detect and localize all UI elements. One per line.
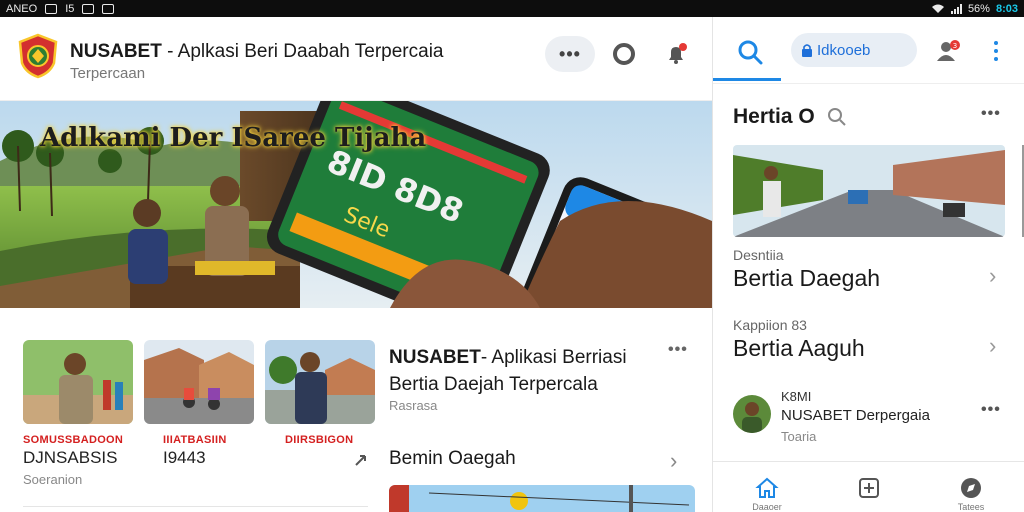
section-title[interactable]: Bemin Oaegah [389,448,516,470]
carrier-text: ANEO [6,2,38,15]
avatar-image [733,395,771,433]
active-tab-indicator [713,78,781,81]
section-image-graphic [389,485,695,512]
home-icon [755,477,779,498]
thumbnail-1-subtitle: Soeranion [23,472,83,487]
grid-icon [102,3,115,14]
thumbnail-2[interactable] [144,340,254,424]
kebab-menu-icon[interactable] [993,41,999,65]
clock-time: 8:03 [995,2,1018,15]
notification-badge-count: 3 [953,42,957,50]
more-button[interactable]: ••• [545,36,595,72]
app-title: NUSABET - Aplkasi Beri Daabah Terpercaia [70,41,443,63]
thumbnail-3-label: DIIRSBIGON [285,434,354,446]
panel-heading: Hertia O [733,105,815,128]
status-bar: ANEO I5 56% 8:03 [0,0,1024,17]
hero-banner[interactable]: 8ID 8D8 Sele Adlkami Der ISaree Tijaha [0,101,712,308]
item-2-chevron-icon[interactable]: › [989,333,996,359]
search-pill[interactable]: Idkooeb [791,33,917,67]
notification-button[interactable] [662,36,690,72]
search-pill-text: Idkooeb [817,41,871,59]
thumbnail-image-1 [23,340,133,424]
user-line-1: K8MI [781,389,812,404]
more-icon: ••• [559,43,581,64]
thumbnail-image-3 [265,340,375,424]
item-1-category: Desntiia [733,247,784,263]
logo-icon [18,33,58,79]
article-title[interactable]: NUSABET- Aplikasi Berriasi Bertia Daejah… [389,344,669,398]
status-number: I5 [65,2,75,15]
thumbnail-3[interactable] [265,340,375,424]
item-2-title[interactable]: Bertia Aaguh [733,335,865,362]
mail-icon [82,3,95,14]
share-icon[interactable] [353,450,371,468]
thumbnail-2-label: IIIATBASIIN [163,434,227,446]
divider [23,506,368,507]
chevron-right-icon[interactable]: › [670,448,677,474]
avatar[interactable] [733,395,771,433]
plus-square-icon [859,478,879,498]
bell-icon [669,43,687,64]
user-more-button[interactable]: ••• [981,401,1001,419]
thumbnail-image-2 [144,340,254,424]
compass-icon [961,478,981,498]
signal-icon [950,3,962,14]
item-1-chevron-icon[interactable]: › [989,263,996,289]
header-divider [713,83,1024,84]
article-meta: Rasrasa [389,398,438,413]
nav-home-label: Daaoer [752,502,782,512]
search-icon[interactable] [737,39,763,65]
user-notification-icon[interactable]: 3 [935,39,961,63]
section-image[interactable] [389,485,695,512]
thumbnail-1-label: SOMUSSBADOON [23,434,124,446]
user-line-2: NUSABET Derpergaia [781,407,930,424]
app-title-rest: - Aplkasi Beri Daabah Terpercaia [161,41,444,62]
battery-percent: 56% [967,2,990,15]
profile-button[interactable] [610,36,638,72]
wifi-icon [931,4,944,13]
thumbnail-1[interactable] [23,340,133,424]
app-header: NUSABET - Aplkasi Beri Daabah Terpercaia… [0,17,712,101]
panel-feature-image[interactable] [733,145,1005,237]
thumbnail-1-title: DJNSABSIS [23,448,118,467]
brand-name: NUSABET [70,41,162,62]
app-subtitle: Terpercaan [70,65,146,82]
article-more-button[interactable]: ••• [668,341,688,359]
street-scene-image [733,145,1005,237]
lock-icon [802,44,812,57]
item-1-title[interactable]: Bertia Daegah [733,265,880,292]
right-panel: Idkooeb 3 Hertia O ••• Desntiia Bertia D… [712,17,1024,512]
user-line-3: Toaria [781,429,817,444]
nav-home[interactable]: Daaoer [737,476,797,512]
item-2-category: Kappiion 83 [733,317,807,333]
nav-explore-label: Tatees [957,502,985,512]
bottom-nav: Daaoer Tatees [713,461,1024,512]
heading-search-icon[interactable] [827,107,847,127]
nav-explore[interactable]: Tatees [941,476,1001,512]
article-brand: NUSABET [389,347,481,368]
sim-icon [45,3,58,14]
hero-title: Adlkami Der ISaree Tijaha [40,123,427,153]
nav-add[interactable] [839,476,899,500]
thumbnail-2-title: I9443 [163,448,206,467]
ring-icon [613,43,635,65]
heading-more-button[interactable]: ••• [981,105,1001,123]
